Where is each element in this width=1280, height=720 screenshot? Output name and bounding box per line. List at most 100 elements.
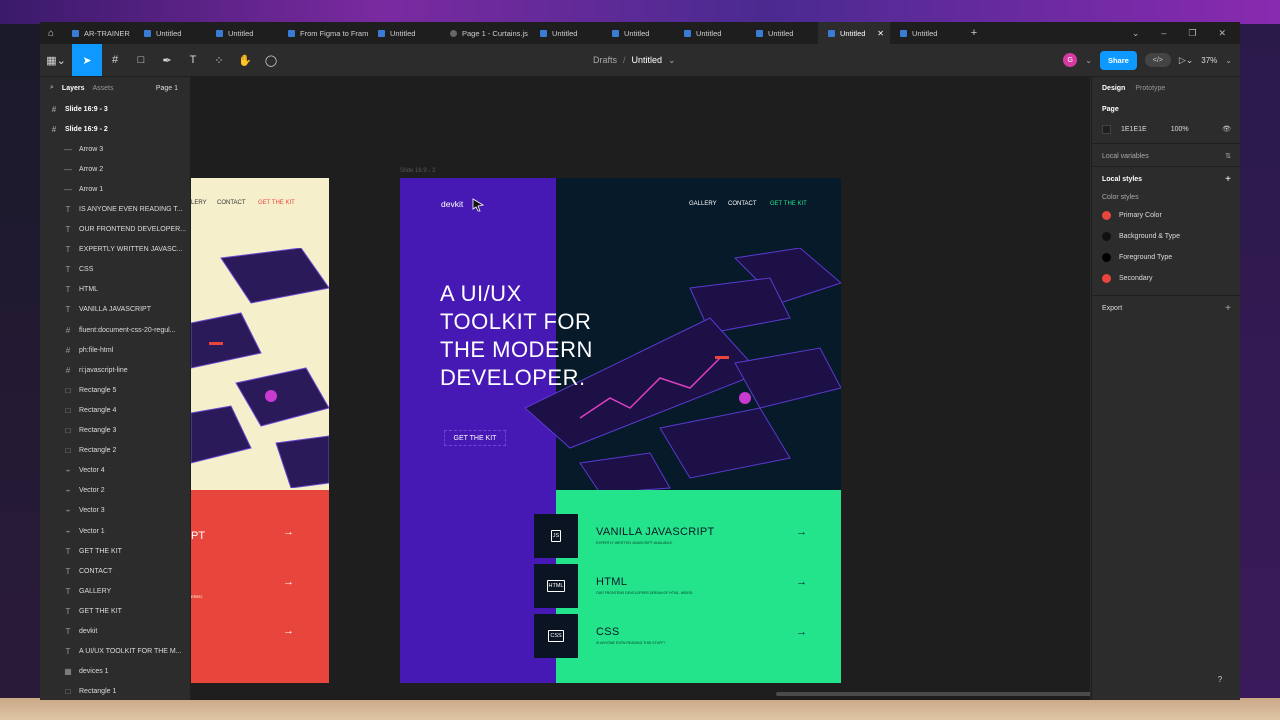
file-tab[interactable]: Untitled bbox=[746, 22, 818, 44]
layer-item[interactable]: T EXPERTLY WRITTEN JAVASC... bbox=[40, 240, 190, 260]
layer-item[interactable]: ⌁ Vector 3 bbox=[40, 501, 190, 521]
color-style-item[interactable]: Background & Type bbox=[1102, 226, 1231, 247]
page-selector[interactable]: Page 1 bbox=[156, 85, 178, 92]
layer-item[interactable]: □ Rectangle 1 bbox=[40, 682, 190, 700]
hand-tool-icon[interactable]: ✋ bbox=[232, 44, 258, 76]
chevron-down-icon[interactable]: ⌄ bbox=[1132, 28, 1140, 39]
file-tab[interactable]: Page 1 - Curtains.js st bbox=[440, 22, 530, 44]
layer-item[interactable]: # ri:javascript-line bbox=[40, 360, 190, 380]
horizontal-scrollbar[interactable] bbox=[776, 692, 1090, 696]
add-style-icon[interactable]: + bbox=[1225, 174, 1231, 185]
layer-item[interactable]: — Arrow 2 bbox=[40, 159, 190, 179]
layer-item[interactable]: □ Rectangle 4 bbox=[40, 400, 190, 420]
layer-label: Vector 1 bbox=[79, 527, 105, 535]
layer-item[interactable]: T HTML bbox=[40, 280, 190, 300]
layer-item[interactable]: □ Rectangle 2 bbox=[40, 441, 190, 461]
variables-icon[interactable]: ⇅ bbox=[1225, 152, 1231, 160]
resources-icon[interactable]: ⁘ bbox=[206, 44, 232, 76]
tab-prototype[interactable]: Prototype bbox=[1135, 85, 1165, 92]
text-tool-icon[interactable]: T bbox=[180, 44, 206, 76]
layer-item[interactable]: T GET THE KIT bbox=[40, 541, 190, 561]
layer-item[interactable]: # fluent:document-css-20-regul... bbox=[40, 320, 190, 340]
file-name[interactable]: Untitled bbox=[632, 55, 663, 65]
zoom-level[interactable]: 37% bbox=[1201, 56, 1217, 65]
layer-type-icon: T bbox=[65, 205, 71, 215]
file-tab[interactable]: Untitled bbox=[134, 22, 206, 44]
avatar[interactable]: G bbox=[1063, 53, 1078, 67]
main-menu-icon[interactable]: ▦⌄ bbox=[40, 44, 72, 76]
chevron-down-icon[interactable]: ⌄ bbox=[668, 55, 676, 66]
share-button[interactable]: Share bbox=[1099, 50, 1137, 70]
file-tab[interactable]: Untitled bbox=[890, 22, 962, 44]
present-icon[interactable]: ▷⌄ bbox=[1179, 55, 1193, 66]
layer-item[interactable]: T CSS bbox=[40, 260, 190, 280]
eye-icon[interactable]: 👁 bbox=[1222, 125, 1231, 133]
layer-item[interactable]: ⌁ Vector 4 bbox=[40, 461, 190, 481]
new-tab-button[interactable]: + bbox=[962, 27, 986, 39]
home-icon[interactable]: ⌂ bbox=[40, 28, 62, 39]
comment-tool-icon[interactable]: ◯ bbox=[258, 44, 284, 76]
layer-label: Slide 16:9 - 3 bbox=[65, 105, 108, 113]
canvas[interactable]: Slide 16:9 - 3 LERY CONTACT GET THE KIT … bbox=[191, 77, 1090, 700]
layer-item[interactable]: Tdevkit bbox=[40, 621, 190, 641]
partial-feature-title: PT bbox=[191, 530, 206, 542]
layer-type-icon: T bbox=[65, 647, 71, 657]
shape-tool-icon[interactable]: □ bbox=[128, 44, 154, 76]
layer-frame[interactable]: # Slide 16:9 - 3 bbox=[40, 99, 190, 119]
layer-item[interactable]: T A UI/UX TOOLKIT FOR THE M... bbox=[40, 642, 190, 662]
layer-item[interactable]: T GET THE KIT bbox=[40, 601, 190, 621]
layer-item[interactable]: ⌁ Vector 1 bbox=[40, 521, 190, 541]
dev-mode-toggle[interactable]: </> bbox=[1144, 53, 1171, 67]
pen-tool-icon[interactable]: ✒ bbox=[154, 44, 180, 76]
file-tab[interactable]: AR-TRAINER bbox=[62, 22, 134, 44]
layer-item[interactable]: T OUR FRONTEND DEVELOPER... bbox=[40, 220, 190, 240]
color-style-item[interactable]: Secondary bbox=[1102, 268, 1231, 289]
page-opacity[interactable]: 100% bbox=[1171, 126, 1189, 133]
minimize-icon[interactable]: – bbox=[1161, 28, 1166, 39]
add-export-icon[interactable]: + bbox=[1225, 303, 1231, 314]
layer-item[interactable]: □ Rectangle 5 bbox=[40, 380, 190, 400]
frame-tool-icon[interactable]: # bbox=[102, 44, 128, 76]
page-color-swatch[interactable] bbox=[1102, 124, 1111, 134]
chevron-down-icon[interactable]: ⌄ bbox=[1085, 56, 1092, 65]
color-style-item[interactable]: Foreground Type bbox=[1102, 247, 1231, 268]
layer-item[interactable]: — Arrow 1 bbox=[40, 179, 190, 199]
layer-frame[interactable]: # Slide 16:9 - 2 bbox=[40, 119, 190, 139]
layer-item[interactable]: T VANILLA JAVASCRIPT bbox=[40, 300, 190, 320]
local-styles-label: Local styles bbox=[1102, 175, 1143, 183]
tab-design[interactable]: Design bbox=[1102, 85, 1125, 92]
color-style-item[interactable]: Primary Color bbox=[1102, 205, 1231, 226]
layer-item[interactable]: ▦ devices 1 bbox=[40, 662, 190, 682]
local-variables-row[interactable]: Local variables ⇅ bbox=[1102, 146, 1231, 166]
slide-frame-3[interactable]: devkit GALLERY CONTACT GET THE KIT A UI/… bbox=[400, 178, 841, 683]
layer-item[interactable]: — Arrow 3 bbox=[40, 139, 190, 159]
close-window-icon[interactable]: ✕ bbox=[1218, 28, 1226, 39]
file-tab[interactable]: From Figma to Framer bbox=[278, 22, 368, 44]
file-tab[interactable]: Untitled bbox=[368, 22, 440, 44]
file-tab[interactable]: Untitled bbox=[602, 22, 674, 44]
page-fill-row[interactable]: 1E1E1E 100% 👁 bbox=[1102, 119, 1231, 139]
tab-assets[interactable]: Assets bbox=[93, 85, 114, 92]
help-button[interactable]: ? bbox=[1213, 672, 1227, 686]
file-tab-active[interactable]: Untitled ✕ bbox=[818, 22, 890, 44]
breadcrumb-drafts[interactable]: Drafts bbox=[593, 55, 617, 65]
layer-item[interactable]: T IS ANYONE EVEN READING T... bbox=[40, 199, 190, 219]
chevron-down-icon[interactable]: ⌄ bbox=[1225, 56, 1232, 65]
slide-frame-2[interactable]: LERY CONTACT GET THE KIT PT → → → ERED. bbox=[191, 178, 329, 683]
layer-item[interactable]: □ Rectangle 3 bbox=[40, 421, 190, 441]
file-tab[interactable]: Untitled bbox=[206, 22, 278, 44]
page-color-value[interactable]: 1E1E1E bbox=[1121, 126, 1147, 133]
move-tool-icon[interactable]: ➤ bbox=[72, 44, 102, 76]
restore-icon[interactable]: ❐ bbox=[1188, 28, 1196, 39]
close-tab-icon[interactable]: ✕ bbox=[877, 29, 884, 38]
search-icon[interactable]: ⌕ bbox=[50, 84, 54, 92]
layer-item[interactable]: ⌁ Vector 2 bbox=[40, 481, 190, 501]
layer-item[interactable]: # ph:file-html bbox=[40, 340, 190, 360]
export-section: Export + bbox=[1092, 295, 1240, 318]
file-tab[interactable]: Untitled bbox=[530, 22, 602, 44]
layer-item[interactable]: T GALLERY bbox=[40, 581, 190, 601]
file-tab[interactable]: Untitled bbox=[674, 22, 746, 44]
layer-item[interactable]: T CONTACT bbox=[40, 561, 190, 581]
frame-label[interactable]: Slide 16:9 - 3 bbox=[400, 168, 435, 174]
tab-layers[interactable]: Layers bbox=[62, 85, 85, 92]
